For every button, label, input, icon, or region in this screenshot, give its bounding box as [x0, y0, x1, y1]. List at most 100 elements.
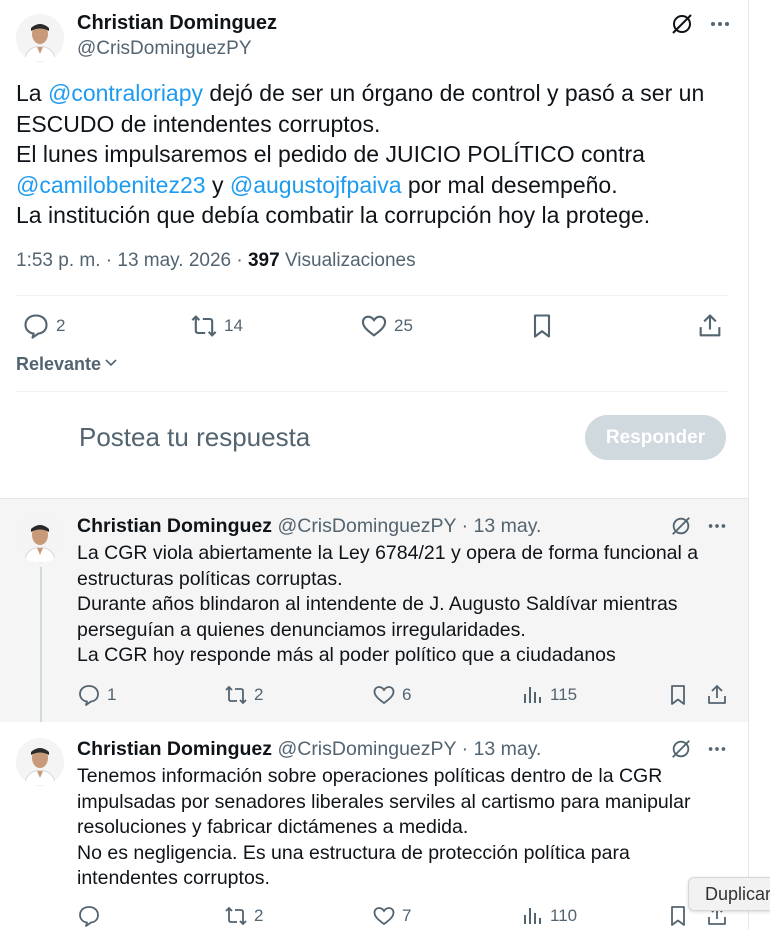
- tweet-line: La institución que debía combatir la cor…: [16, 202, 651, 228]
- reply-line: La CGR viola abiertamente la Ley 6784/21…: [77, 542, 699, 564]
- avatar[interactable]: [16, 738, 64, 786]
- thread-line: [40, 567, 42, 735]
- reply-line: Durante años blindaron al intendente de …: [77, 593, 678, 615]
- retweet-count: 14: [224, 316, 243, 335]
- reply-icon: [77, 904, 101, 928]
- author-handle[interactable]: @CrisDominguezPY: [277, 738, 456, 760]
- text-fragment: por mal desempeño.: [401, 171, 618, 198]
- reply-submit-button[interactable]: Responder: [585, 415, 726, 460]
- reply-tweet[interactable]: Christian Dominguez @CrisDominguezPY · 1…: [0, 722, 748, 929]
- like-count: 25: [394, 316, 413, 335]
- reply-line: No es negligencia. Es una estructura de …: [77, 841, 630, 864]
- retweet-button[interactable]: 2: [224, 683, 263, 707]
- reply-count: 1: [107, 685, 117, 704]
- tooltip: Duplicar: [688, 877, 770, 911]
- tweet-line: La @contraloriapy dejó de ser un órgano …: [16, 78, 716, 109]
- reply-count: 2: [56, 316, 66, 335]
- header-icons: [670, 12, 732, 36]
- timestamp[interactable]: 1:53 p. m. · 13 may. 2026 ·: [16, 250, 248, 271]
- reply-button[interactable]: 2: [22, 312, 65, 340]
- like-button[interactable]: 25: [360, 312, 413, 340]
- grok-icon[interactable]: [670, 12, 694, 36]
- like-icon: [372, 683, 396, 707]
- more-icon[interactable]: [708, 12, 732, 36]
- reply-header: Christian Dominguez @CrisDominguezPY · 1…: [77, 515, 541, 538]
- reply-line: intendentes corruptos.: [77, 867, 270, 889]
- main-action-bar: 2 14 25: [16, 306, 728, 346]
- reply-header: Christian Dominguez @CrisDominguezPY · 1…: [77, 738, 541, 761]
- retweet-button[interactable]: 14: [190, 312, 243, 340]
- reply-line: Tenemos información sobre operaciones po…: [77, 765, 663, 787]
- like-count: 6: [402, 685, 412, 704]
- retweet-count: 2: [254, 906, 264, 925]
- tweet-line: @camilobenitez23 y @augustojfpaiva por m…: [16, 170, 716, 201]
- bar-chart-icon: [520, 683, 544, 707]
- bookmark-button[interactable]: [666, 683, 690, 707]
- author-handle[interactable]: @CrisDominguezPY: [77, 38, 252, 60]
- reply-button[interactable]: [77, 904, 107, 928]
- author-name[interactable]: Christian Dominguez: [77, 515, 272, 537]
- header-icons: [670, 515, 728, 537]
- reply-line: impulsadas por senadores liberales servi…: [77, 790, 691, 813]
- views-label: Visualizaciones: [279, 250, 416, 271]
- more-icon[interactable]: [706, 738, 728, 760]
- views-button[interactable]: 115: [520, 683, 577, 707]
- grok-icon[interactable]: [670, 738, 692, 760]
- reply-icon: [77, 683, 101, 707]
- avatar[interactable]: [16, 14, 64, 62]
- reply-composer: Postea tu respuesta Responder: [0, 392, 748, 498]
- retweet-icon: [224, 904, 248, 928]
- sort-label: Relevante: [16, 354, 102, 374]
- tweet-meta: 1:53 p. m. · 13 may. 2026 · 397 Visualiz…: [16, 250, 416, 272]
- reply-text: Tenemos información sobre operaciones po…: [77, 764, 717, 892]
- bookmark-icon: [528, 312, 556, 340]
- author-name[interactable]: Christian Dominguez: [77, 738, 272, 760]
- like-button[interactable]: 6: [372, 683, 411, 707]
- reply-tweet[interactable]: Christian Dominguez @CrisDominguezPY · 1…: [0, 498, 748, 735]
- reply-text: La CGR viola abiertamente la Ley 6784/21…: [77, 541, 717, 669]
- like-count: 7: [402, 906, 412, 925]
- share-button[interactable]: [696, 312, 724, 340]
- bar-chart-icon: [520, 904, 544, 928]
- mention-link[interactable]: @camilobenitez23: [16, 172, 206, 198]
- reply-button[interactable]: 1: [77, 683, 116, 707]
- tweet-text: La @contraloriapy dejó de ser un órgano …: [16, 78, 716, 231]
- bookmark-icon: [666, 683, 690, 707]
- divider: [16, 295, 728, 296]
- chevron-down-icon: [103, 354, 119, 375]
- author-handle[interactable]: @CrisDominguezPY: [277, 515, 456, 537]
- bookmark-icon: [666, 904, 690, 928]
- sort-dropdown[interactable]: Relevante: [16, 354, 119, 375]
- mention-link[interactable]: @augustojfpaiva: [230, 172, 402, 198]
- share-icon: [705, 683, 729, 707]
- tweet-line: ESCUDO de intendentes corruptos.: [16, 110, 381, 137]
- retweet-count: 2: [254, 685, 264, 704]
- reply-line: perseguían a quienes denunciamos irregul…: [77, 618, 526, 641]
- reply-line: La CGR hoy responde más al poder polític…: [77, 644, 616, 666]
- share-icon: [696, 312, 724, 340]
- text-fragment: La: [16, 80, 48, 106]
- retweet-icon: [224, 683, 248, 707]
- bookmark-button[interactable]: [666, 904, 690, 928]
- text-fragment: dejó de ser un órgano de control y pasó …: [203, 80, 705, 106]
- avatar[interactable]: [16, 515, 64, 563]
- share-button[interactable]: [705, 683, 729, 707]
- reply-date[interactable]: · 13 may.: [456, 515, 542, 537]
- reply-line: estructuras políticas corruptas.: [77, 567, 343, 590]
- views-count: 115: [550, 685, 578, 704]
- like-button[interactable]: 7: [372, 904, 411, 928]
- text-fragment: y: [205, 171, 230, 198]
- main-tweet-header: Christian Dominguez @CrisDominguezPY: [16, 8, 732, 64]
- scrollbar[interactable]: [748, 0, 770, 929]
- mention-link[interactable]: @contraloriapy: [48, 80, 203, 106]
- reply-date[interactable]: · 13 may.: [456, 738, 542, 760]
- retweet-button[interactable]: 2: [224, 904, 263, 928]
- grok-icon[interactable]: [670, 515, 692, 537]
- views-button[interactable]: 110: [520, 904, 577, 928]
- author-name[interactable]: Christian Dominguez: [77, 12, 277, 35]
- more-icon[interactable]: [706, 515, 728, 537]
- bookmark-button[interactable]: [528, 312, 556, 340]
- like-icon: [372, 904, 396, 928]
- reply-input[interactable]: Postea tu respuesta: [79, 422, 310, 453]
- reply-action-bar: 2 7 110: [77, 904, 737, 929]
